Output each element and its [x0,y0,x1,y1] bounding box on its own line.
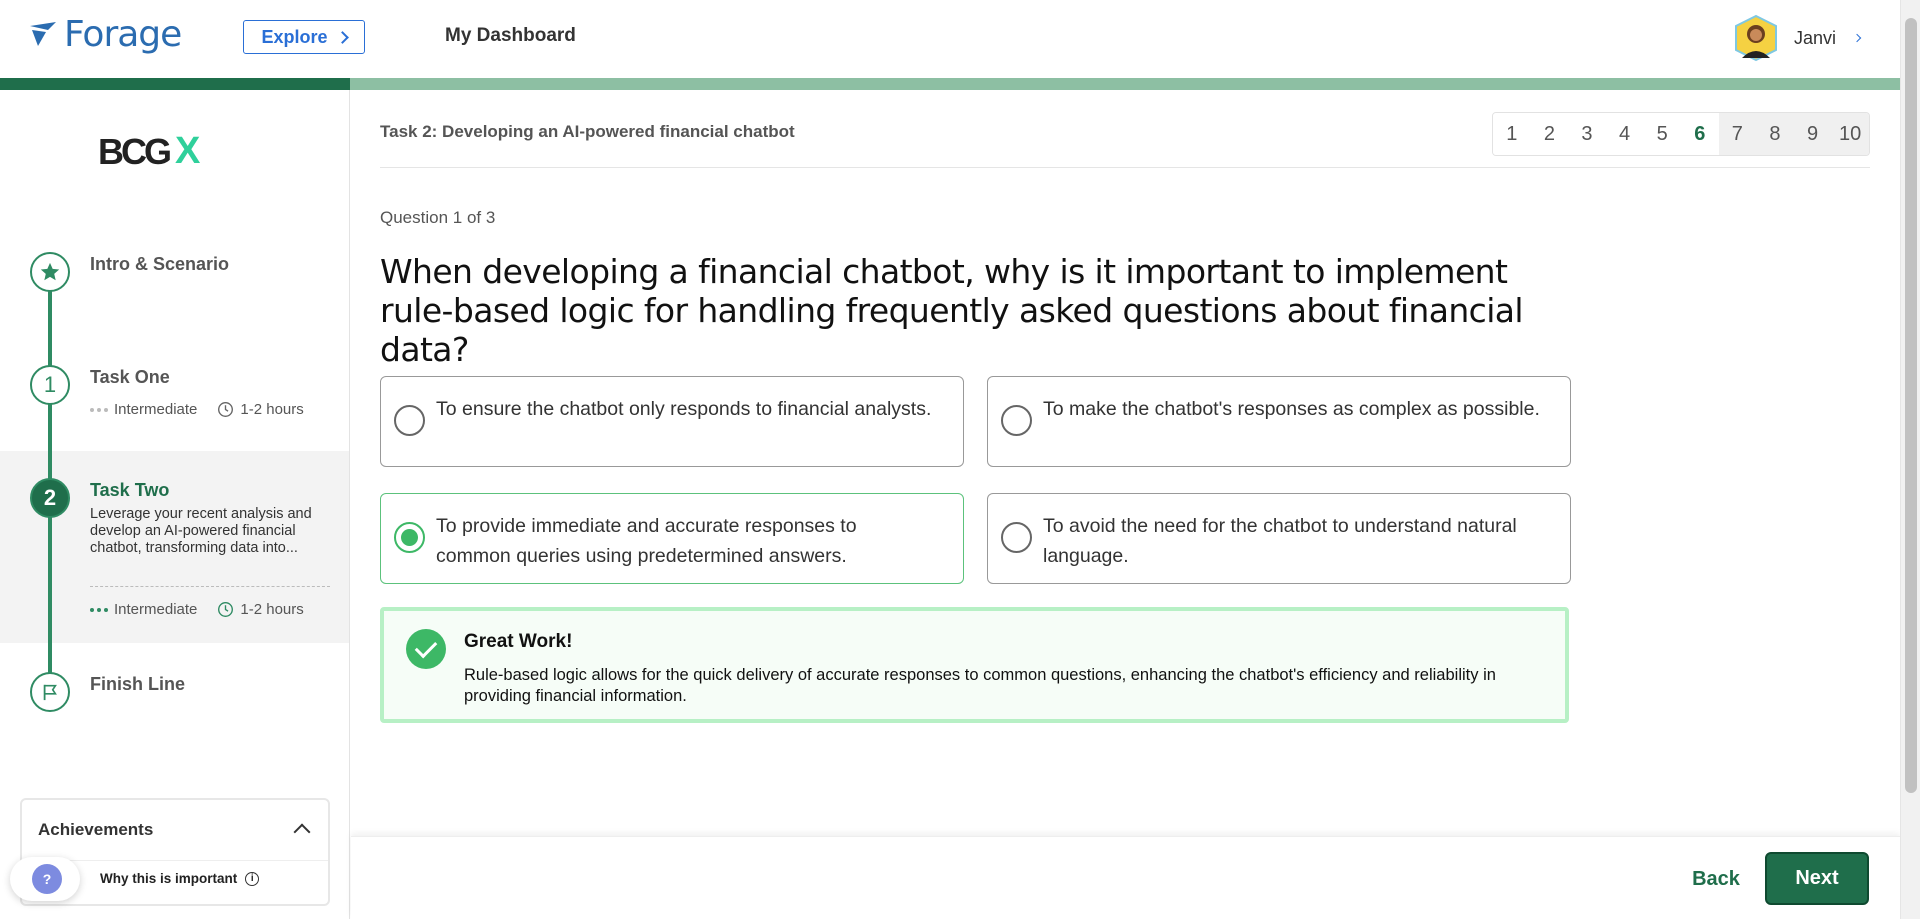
step-number: 2 [30,478,70,518]
explore-label: Explore [261,26,328,47]
step-title: Task One [90,367,170,387]
user-name: Janvi [1793,27,1836,48]
forage-logo-text: Forage [64,14,182,55]
answer-text: To ensure the chatbot only responds to f… [436,398,932,420]
level-label: Intermediate [114,601,198,618]
level-label: Intermediate [114,401,198,418]
back-button[interactable]: Back [1676,853,1756,905]
feedback-panel: Great Work! Rule-based logic allows for … [380,607,1569,723]
course-progress-bar [0,78,1900,90]
answer-option[interactable]: To ensure the chatbot only responds to f… [380,376,964,467]
question-icon: ? [32,864,62,894]
step-number: 1 [30,365,70,405]
achievements-title: Achievements [38,820,154,839]
user-menu[interactable]: Janvi [1732,14,1862,62]
radio-button-checked[interactable] [394,522,425,553]
step-title: Task Two [90,480,170,500]
step-meta: Intermediate 1-2 hours [90,601,304,618]
page-5-button[interactable]: 5 [1643,113,1681,155]
chevron-right-icon [335,30,349,44]
scrollbar[interactable] [1900,0,1920,919]
radio-button[interactable] [1001,522,1032,553]
clock-icon [218,402,234,417]
answer-option-selected[interactable]: To provide immediate and accurate respon… [380,493,964,584]
forage-logo[interactable]: Forage [28,14,182,55]
footer-bar: Back Next [351,836,1900,919]
star-icon [30,252,70,292]
divider [380,167,1870,168]
page-9-button[interactable]: 9 [1793,113,1832,155]
brand-text: BCG [98,130,172,172]
answer-option[interactable]: To avoid the need for the chatbot to und… [987,493,1571,584]
top-header: Forage Explore My Dashboard Janvi [0,0,1900,78]
explore-button[interactable]: Explore [243,20,365,54]
step-meta: Intermediate 1-2 hours [90,401,304,418]
avatar [1734,14,1777,62]
chevron-up-icon[interactable] [293,823,311,841]
duration-label: 1-2 hours [240,601,304,618]
chevron-right-icon [1852,33,1862,43]
feedback-title: Great Work! [464,631,573,652]
help-button[interactable]: ? [10,857,80,901]
divider [90,586,330,587]
answer-text: To avoid the need for the chatbot to und… [1043,515,1517,567]
page-8-button[interactable]: 8 [1756,113,1794,155]
my-dashboard-link[interactable]: My Dashboard [445,25,576,47]
info-icon: i [245,871,260,886]
step-title: Finish Line [90,674,186,694]
clock-icon [218,602,234,617]
bcg-x-logo: BCG X [98,130,200,173]
page-10-button[interactable]: 10 [1831,113,1869,155]
forage-logo-icon [30,21,56,46]
difficulty-dots-icon [90,407,108,412]
page-2-button[interactable]: 2 [1530,113,1569,155]
question-counter: Question 1 of 3 [380,208,496,227]
feedback-text: Rule-based logic allows for the quick de… [464,666,1496,705]
difficulty-dots-icon [90,607,108,612]
duration-label: 1-2 hours [240,401,304,418]
page-navigator: 1 2 3 4 5 6 7 8 9 10 [1492,112,1870,156]
scrollbar-thumb[interactable] [1905,18,1917,793]
brand-x: X [175,130,201,172]
answer-text: To provide immediate and accurate respon… [436,515,857,567]
page-3-button[interactable]: 3 [1568,113,1606,155]
page-6-button[interactable]: 6 [1680,113,1719,155]
page-1-button[interactable]: 1 [1493,113,1531,155]
answer-option[interactable]: To make the chatbot's responses as compl… [987,376,1571,467]
progress-fill [0,78,350,90]
radio-button[interactable] [394,405,425,436]
answer-text: To make the chatbot's responses as compl… [1043,398,1540,420]
task-title: Task 2: Developing an AI-powered financi… [380,122,795,141]
page-4-button[interactable]: 4 [1605,113,1644,155]
main-content: Task 2: Developing an AI-powered financi… [351,90,1900,919]
sidebar: BCG X Intro & Scenario 1 Task One Interm… [0,90,350,919]
next-button[interactable]: Next [1765,852,1869,905]
step-description: Leverage your recent analysis and develo… [90,506,312,556]
step-title: Intro & Scenario [90,254,230,274]
check-circle-icon [406,629,446,669]
radio-button[interactable] [1001,405,1032,436]
flag-icon [30,672,70,712]
question-text: When developing a financial chatbot, why… [380,252,1524,369]
page-7-button[interactable]: 7 [1718,113,1757,155]
why-important-label: Why this is important [100,871,238,886]
why-important-link[interactable]: Why this is important i [100,871,260,886]
